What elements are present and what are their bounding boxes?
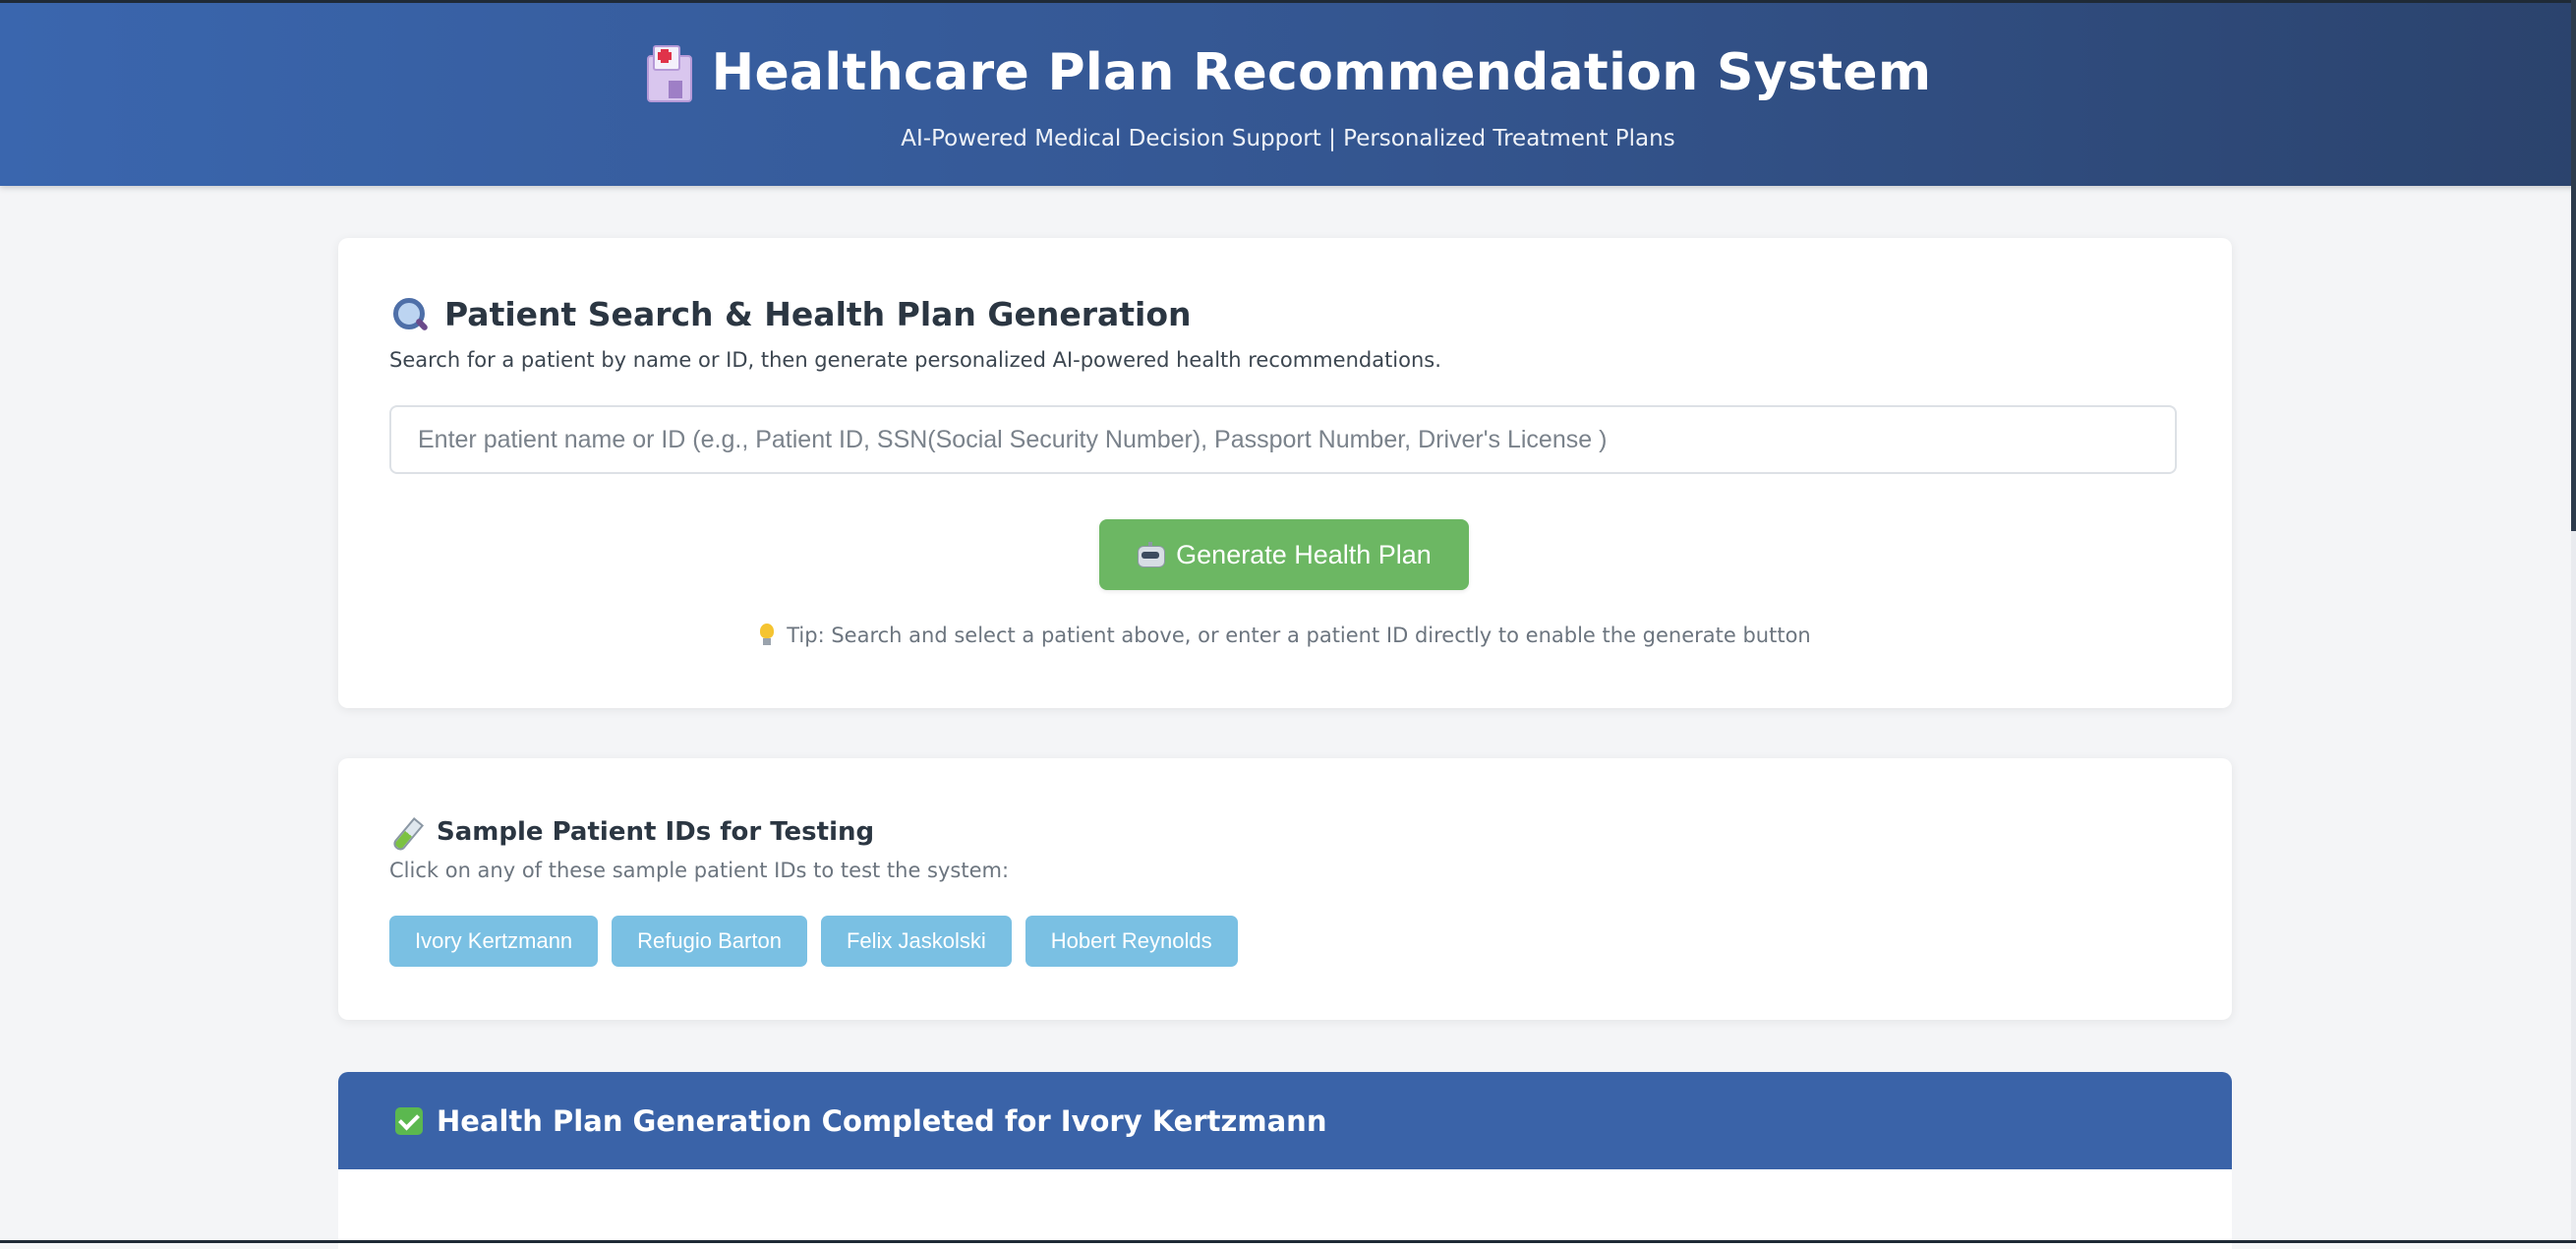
generate-health-plan-button[interactable]: Generate Health Plan (1099, 519, 1469, 590)
patient-search-heading: Patient Search & Health Plan Generation (391, 295, 1192, 333)
sample-patients-card: Sample Patient IDs for Testing Click on … (338, 758, 2232, 1020)
app-subtitle: AI-Powered Medical Decision Support | Pe… (901, 126, 1675, 151)
scrollbar-thumb[interactable] (2571, 0, 2576, 531)
app-title: Healthcare Plan Recommendation System (711, 43, 1932, 102)
patient-search-title: Patient Search & Health Plan Generation (444, 295, 1192, 333)
sample-patient-list: Ivory Kertzmann Refugio Barton Felix Jas… (389, 916, 1238, 967)
sample-patients-heading: Sample Patient IDs for Testing (390, 817, 875, 853)
sample-patients-title: Sample Patient IDs for Testing (437, 817, 875, 847)
sample-patients-description: Click on any of these sample patient IDs… (389, 859, 1010, 882)
page-header: Healthcare Plan Recommendation System AI… (0, 0, 2576, 186)
check-mark-icon (395, 1106, 423, 1135)
sample-patient-chip[interactable]: Ivory Kertzmann (389, 916, 599, 967)
test-tube-icon (390, 817, 425, 853)
magnifier-icon (391, 296, 430, 333)
tip-text: Tip: Search and select a patient above, … (787, 624, 1811, 647)
tip-row: Tip: Search and select a patient above, … (338, 624, 2232, 647)
robot-icon (1137, 542, 1166, 567)
generate-button-label: Generate Health Plan (1176, 539, 1432, 569)
header-title-row: Healthcare Plan Recommendation System (0, 35, 2576, 110)
sample-patient-chip[interactable]: Felix Jaskolski (820, 916, 1012, 967)
sample-patient-chip[interactable]: Refugio Barton (612, 916, 807, 967)
hospital-icon (645, 45, 692, 102)
result-header: Health Plan Generation Completed for Ivo… (338, 1072, 2232, 1169)
result-title: Health Plan Generation Completed for Ivo… (437, 1103, 1327, 1138)
health-plan-result-panel: Health Plan Generation Completed for Ivo… (338, 1072, 2232, 1249)
patient-search-description: Search for a patient by name or ID, then… (389, 348, 1441, 372)
patient-search-input[interactable] (389, 405, 2177, 474)
lightbulb-icon (759, 624, 775, 647)
patient-search-card: Patient Search & Health Plan Generation … (338, 238, 2232, 708)
sample-patient-chip[interactable]: Hobert Reynolds (1025, 916, 1238, 967)
window-frame-top (0, 0, 2576, 3)
